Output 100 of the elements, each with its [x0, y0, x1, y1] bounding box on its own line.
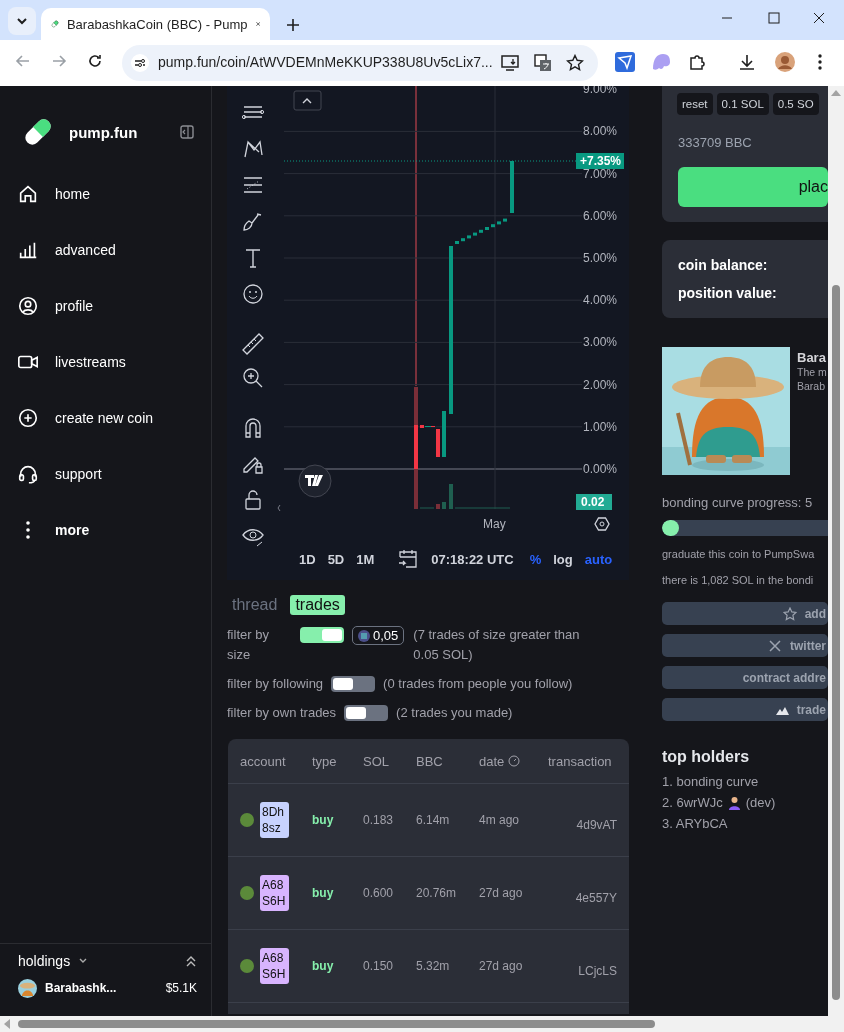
reload-icon[interactable]	[87, 53, 103, 69]
transaction-link[interactable]: 4e557Y	[548, 881, 617, 905]
chart-logo-icon[interactable]	[298, 464, 332, 498]
amount-button[interactable]: 0.1 SOL	[716, 93, 769, 115]
amount-field[interactable]: 0,05	[352, 626, 405, 645]
section-title: top holders	[662, 748, 751, 766]
tab[interactable]: thread	[227, 594, 283, 615]
profile-avatar-icon[interactable]	[775, 52, 795, 72]
table-cell-text: 0.150	[363, 959, 395, 973]
table-cell-text: 0.600	[363, 886, 395, 900]
extensions-icon[interactable]	[688, 53, 706, 71]
transaction-link[interactable]: LCjcLS	[548, 954, 617, 978]
translate-icon[interactable]	[534, 54, 552, 72]
nav-item[interactable]: home	[0, 166, 211, 222]
candle	[455, 241, 459, 244]
forward-icon[interactable]	[51, 53, 67, 69]
extension-icon[interactable]	[615, 52, 635, 72]
link-button[interactable]: contract addre	[662, 666, 828, 689]
transaction-link[interactable]: 4d9vAT	[548, 808, 617, 832]
site-settings-icon[interactable]	[131, 54, 149, 72]
candle	[485, 227, 489, 230]
account-tag[interactable]: 8Dh8sz	[260, 802, 289, 838]
time-label[interactable]: 07:18:22 UTC	[431, 551, 514, 567]
holder-item[interactable]: 2. 6wrWJc	[662, 795, 723, 810]
table-cell-text: 4m ago	[479, 813, 521, 827]
ruler-icon[interactable]	[241, 332, 265, 356]
zoom-in-icon[interactable]	[241, 366, 265, 390]
axis-label: 6.00%	[583, 208, 618, 223]
scale-toggle[interactable]: log	[553, 551, 573, 567]
table-cell-text: buy	[312, 959, 335, 973]
link-button[interactable]: trade	[662, 698, 828, 721]
holdings-toggle[interactable]: holdings	[18, 953, 185, 969]
bookmark-star-icon[interactable]	[566, 54, 584, 72]
interval-button[interactable]: 1M	[356, 551, 375, 567]
tab-list-button[interactable]	[8, 7, 36, 35]
account-tag[interactable]: A68S6H	[260, 875, 289, 911]
filter-label: filter by size	[227, 626, 270, 664]
tab[interactable]: trades	[290, 594, 345, 615]
coin-description: Barab	[797, 379, 827, 393]
coin-avatar-icon	[18, 978, 37, 998]
holding-name[interactable]: Barabashk...	[45, 981, 166, 995]
holder-item[interactable]: 3. ARYbCA	[662, 816, 728, 831]
clock-icon[interactable]	[508, 755, 521, 767]
nav-item[interactable]: more	[0, 502, 211, 558]
column-header: date	[479, 753, 505, 769]
column-header: type	[312, 753, 338, 769]
address-bar[interactable]: pump.fun/coin/AtWVDEMnMeKKUP338U8Uv5cLix7...	[122, 45, 598, 81]
scrollbar-thumb[interactable]	[18, 1020, 655, 1028]
table-cell-text: 27d ago	[479, 959, 524, 973]
scale-toggle[interactable]: auto	[584, 551, 613, 567]
settings-icon[interactable]	[594, 517, 610, 531]
interval-button[interactable]: 1D	[299, 551, 316, 567]
nav-item[interactable]: advanced	[0, 222, 211, 278]
date-range-icon[interactable]	[398, 549, 419, 569]
star-icon	[782, 606, 797, 621]
toggle-switch[interactable]	[300, 627, 344, 643]
filter-label: filter by own trades	[227, 704, 337, 722]
logo-text[interactable]: pump.fun	[69, 123, 180, 141]
nav-item[interactable]: livestreams	[0, 334, 211, 390]
table-cell-text: buy	[312, 886, 335, 900]
user-avatar-icon	[240, 886, 254, 900]
new-tab-icon[interactable]	[286, 18, 300, 32]
scroll-left-icon[interactable]	[277, 504, 281, 512]
toggle-switch[interactable]	[344, 705, 389, 721]
install-icon[interactable]	[501, 54, 519, 72]
account-tag[interactable]: A68S6H	[260, 948, 289, 984]
axis-label: 1.00%	[583, 419, 618, 434]
interval-button[interactable]: 5D	[327, 551, 345, 567]
candle	[510, 161, 514, 213]
info-text: there is 1,082 SOL in the bondi	[662, 573, 815, 588]
axis-label: May	[483, 517, 506, 531]
nav-item[interactable]: profile	[0, 278, 211, 334]
info-text: graduate this coin to PumpSwa	[662, 547, 816, 562]
x-logo-icon	[768, 638, 782, 653]
close-icon[interactable]	[813, 12, 825, 24]
download-icon[interactable]	[738, 53, 756, 71]
menu-icon[interactable]	[817, 53, 823, 71]
chevron-down-icon	[16, 15, 28, 27]
candle	[497, 221, 501, 225]
nav-item[interactable]: create new coin	[0, 390, 211, 446]
link-button[interactable]: add	[662, 602, 828, 625]
browser-tab[interactable]: BarabashkaCoin (BBC) - Pump	[41, 8, 270, 40]
smiley-icon[interactable]	[241, 282, 265, 306]
amount-button[interactable]: 0.5 SO	[772, 93, 819, 115]
candle	[442, 411, 446, 457]
collapse-sidebar-icon[interactable]	[180, 125, 194, 139]
link-button[interactable]: twitter	[662, 634, 828, 657]
candle	[414, 425, 418, 469]
collapse-icon[interactable]	[185, 955, 197, 967]
back-icon[interactable]	[15, 53, 31, 69]
column-header: SOL	[363, 753, 390, 769]
toggle-switch[interactable]	[331, 676, 376, 692]
nav-item[interactable]: support	[0, 446, 211, 502]
candle	[473, 232, 477, 236]
holder-item[interactable]: 1. bonding curve	[662, 774, 759, 789]
place-trade-button[interactable]: plac	[678, 167, 828, 207]
scale-toggle[interactable]: %	[529, 551, 542, 567]
maximize-icon[interactable]	[768, 12, 780, 24]
scrollbar-thumb[interactable]	[832, 285, 840, 1000]
amount-button[interactable]: reset	[677, 93, 713, 115]
